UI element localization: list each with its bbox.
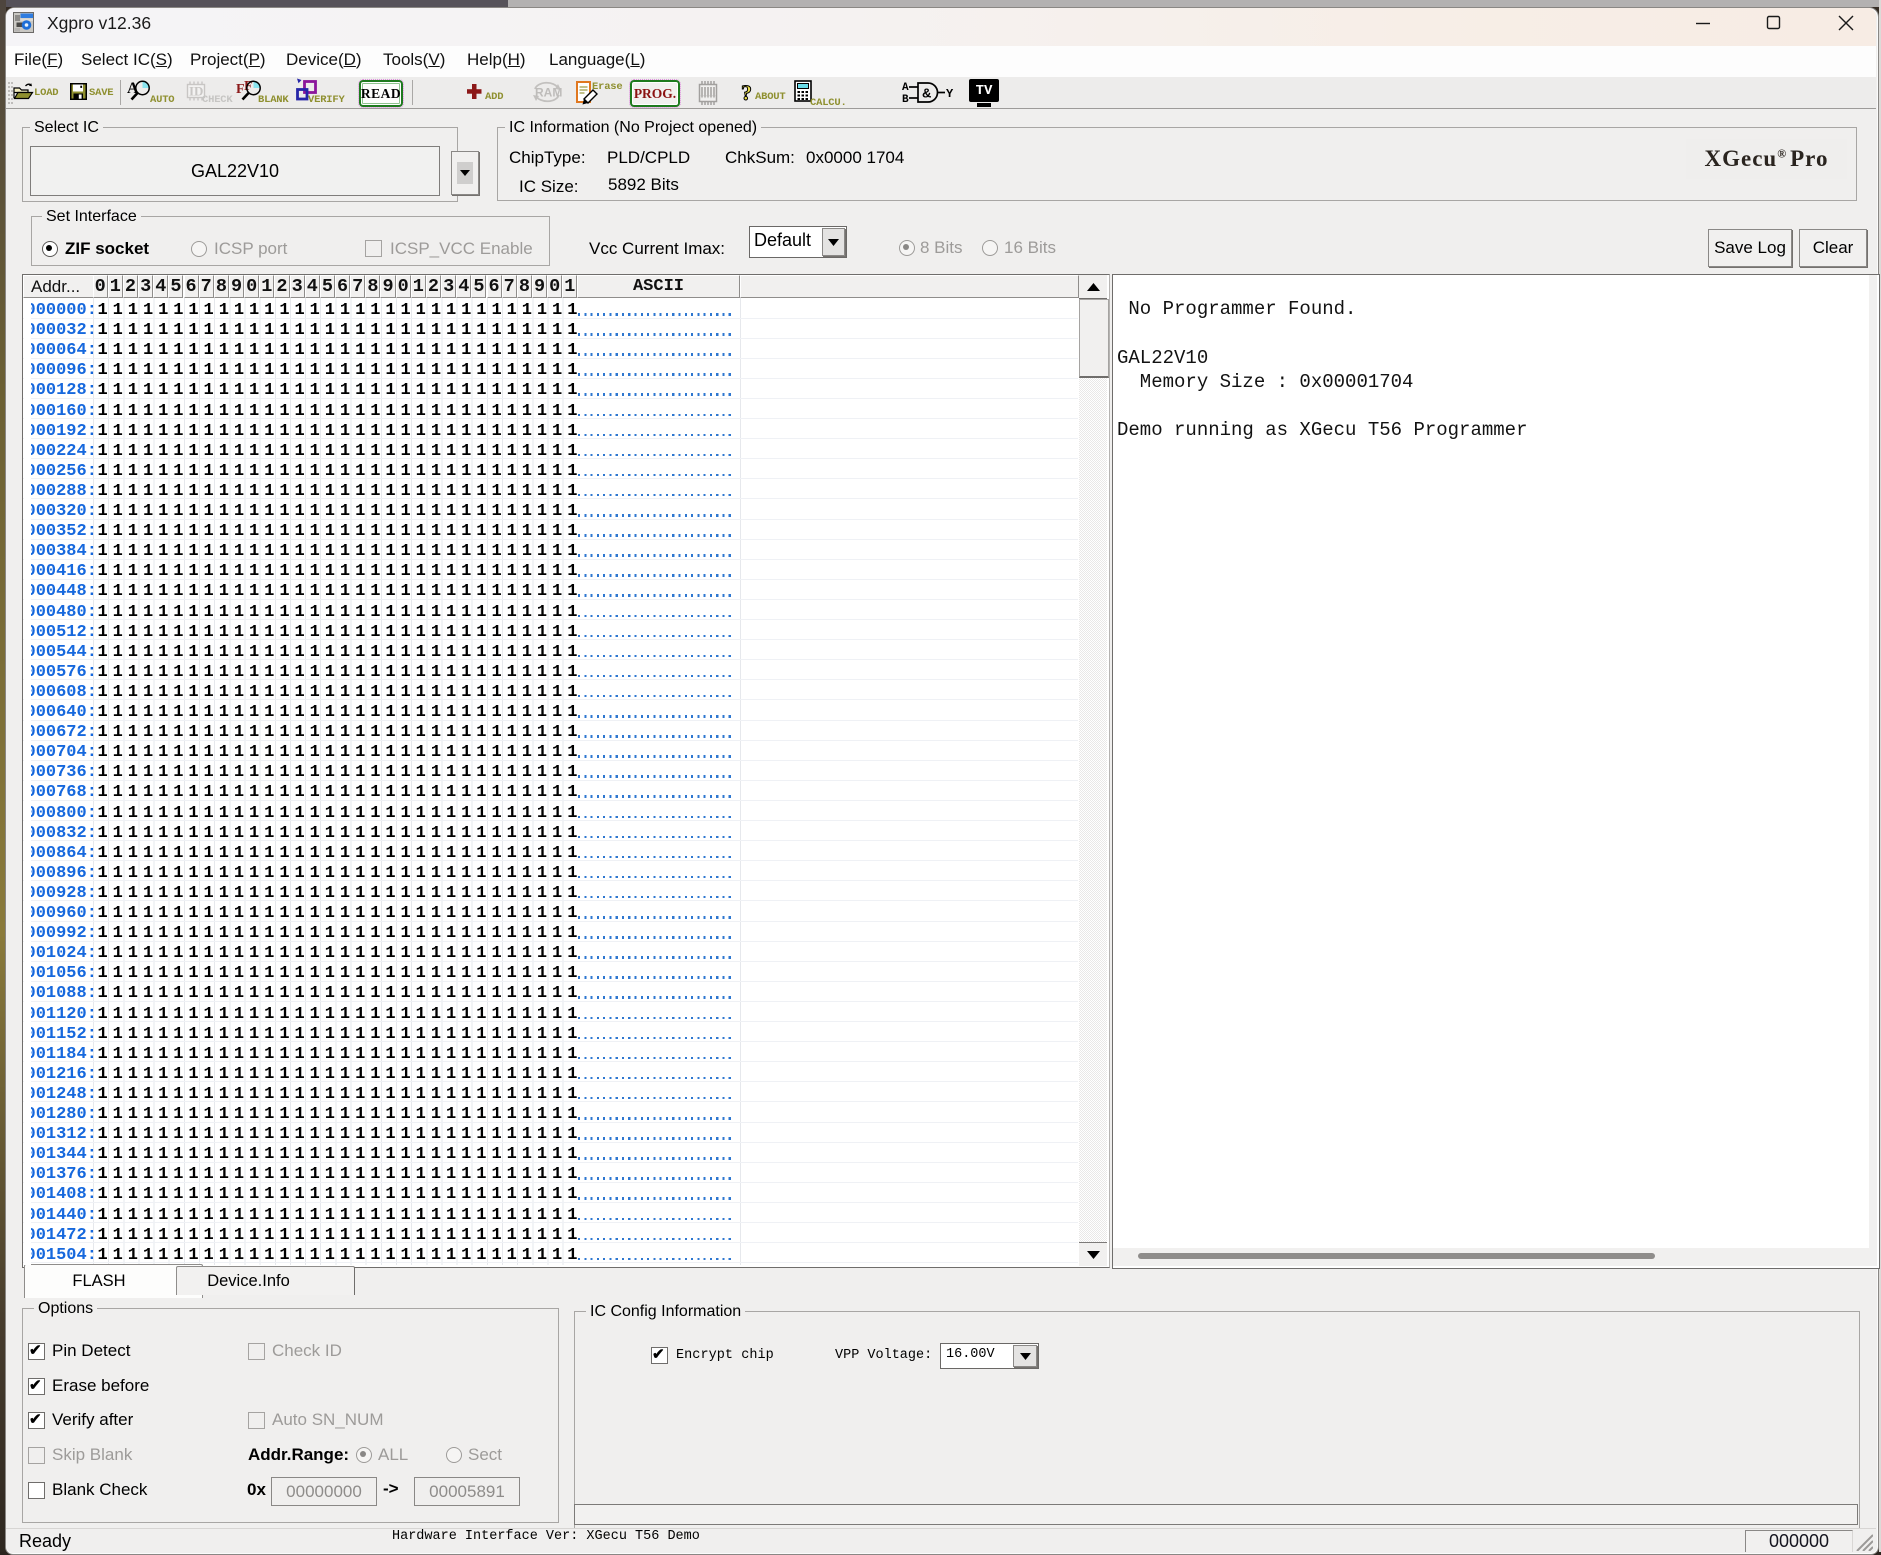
- svg-text:&: &: [922, 86, 931, 101]
- svg-text:A: A: [902, 82, 909, 94]
- svg-text:B: B: [902, 94, 909, 105]
- svg-text:?: ?: [741, 81, 752, 105]
- svg-text:Y: Y: [946, 87, 954, 101]
- svg-text:RAM: RAM: [535, 86, 562, 100]
